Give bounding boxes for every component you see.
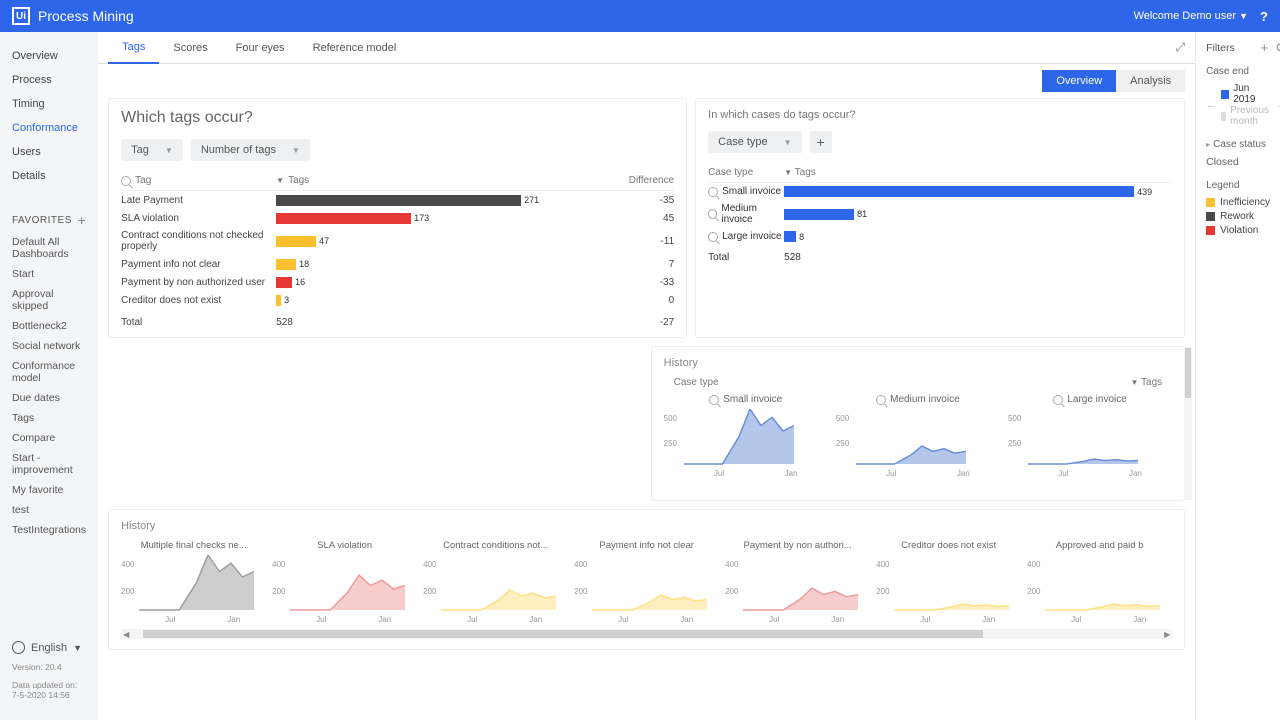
- app-title: Process Mining: [38, 8, 1134, 24]
- favorite-item[interactable]: Conformance model: [0, 356, 98, 388]
- nav-users[interactable]: Users: [0, 140, 98, 164]
- filter-icon[interactable]: ▼: [784, 168, 792, 177]
- favorite-item[interactable]: TestIntegrations: [0, 520, 98, 540]
- logo-icon: Ui: [12, 7, 30, 25]
- language-selector[interactable]: English ▼: [12, 641, 86, 654]
- tabs: TagsScoresFour eyesReference model ⤢: [98, 32, 1195, 64]
- history-chart: Approved and paid b 400 200 JulJan 2019: [1027, 540, 1172, 625]
- history-chart: Contract conditions not... 400 200 JulJa…: [423, 540, 568, 625]
- search-icon: [708, 232, 718, 242]
- add-favorite-icon[interactable]: +: [77, 212, 86, 228]
- history-chart: SLA violation 400 200 JulJan 2019: [272, 540, 417, 625]
- tags-occur-panel: Which tags occur? Tag▼ Number of tags▼ T…: [108, 98, 687, 338]
- casetype-dropdown[interactable]: Case type▼: [708, 131, 801, 153]
- version-text: Version: 20.4: [12, 662, 86, 672]
- favorites-header: FAVORITES +: [0, 204, 98, 232]
- table-row[interactable]: Large invoice 8: [708, 228, 1172, 245]
- history-chart: Medium invoice 500 250 JulJan: [836, 394, 1000, 474]
- refresh-icon[interactable]: ⟳: [1276, 40, 1280, 56]
- history-chart: Multiple final checks ne... 400 200 JulJ…: [121, 540, 266, 625]
- favorite-item[interactable]: Compare: [0, 428, 98, 448]
- favorite-item[interactable]: Default All Dashboards: [0, 232, 98, 264]
- chevron-down-icon: ▼: [1239, 11, 1248, 21]
- favorite-item[interactable]: Bottleneck2: [0, 316, 98, 336]
- add-filter-icon[interactable]: +: [1261, 40, 1269, 56]
- tab-reference-model[interactable]: Reference model: [299, 32, 411, 64]
- legend-item: Inefficiency: [1206, 197, 1280, 208]
- add-dimension-button[interactable]: +: [810, 131, 832, 153]
- panel-title: Which tags occur?: [121, 109, 674, 127]
- legend-item: Rework: [1206, 211, 1280, 222]
- history-chart: Small invoice 500 250 JulJan: [664, 394, 828, 474]
- prev-arrow-icon[interactable]: ←: [1206, 99, 1217, 111]
- nav-details[interactable]: Details: [0, 164, 98, 188]
- expand-icon[interactable]: ⤢: [1176, 40, 1186, 55]
- legend-item: Violation: [1206, 225, 1280, 236]
- help-icon[interactable]: ?: [1260, 9, 1268, 24]
- search-icon: [708, 209, 717, 219]
- favorite-item[interactable]: Approval skipped: [0, 284, 98, 316]
- tag-dropdown[interactable]: Tag▼: [121, 139, 183, 161]
- favorite-item[interactable]: Start: [0, 264, 98, 284]
- analysis-button[interactable]: Analysis: [1116, 70, 1185, 92]
- scrollbar-horizontal[interactable]: ◀ ▶: [121, 629, 1172, 639]
- favorite-item[interactable]: test: [0, 500, 98, 520]
- user-menu[interactable]: Welcome Demo user ▼: [1134, 10, 1248, 22]
- table-row[interactable]: Creditor does not exist 3 0: [121, 291, 674, 309]
- table-row[interactable]: Medium invoice 81: [708, 200, 1172, 228]
- scrollbar-vertical[interactable]: [1184, 347, 1192, 500]
- top-bar: Ui Process Mining Welcome Demo user ▼ ?: [0, 0, 1280, 32]
- case-status-filter[interactable]: ▸Case status: [1206, 139, 1280, 150]
- nav-conformance[interactable]: Conformance: [0, 116, 98, 140]
- tab-scores[interactable]: Scores: [159, 32, 221, 64]
- favorite-item[interactable]: My favorite: [0, 480, 98, 500]
- nav-timing[interactable]: Timing: [0, 92, 98, 116]
- table-row[interactable]: Small invoice 439: [708, 183, 1172, 200]
- history-chart: Creditor does not exist 400 200 JulJan 2…: [876, 540, 1021, 625]
- tab-tags[interactable]: Tags: [108, 32, 159, 64]
- updated-text: Data updated on: 7-5-2020 14:56: [12, 680, 86, 700]
- cases-panel: In which cases do tags occur? Case type▼…: [695, 98, 1185, 338]
- next-arrow-icon[interactable]: →: [1277, 99, 1280, 111]
- chevron-down-icon: ▼: [165, 146, 173, 155]
- table-row[interactable]: SLA violation 173 45: [121, 209, 674, 227]
- metric-dropdown[interactable]: Number of tags▼: [191, 139, 310, 161]
- favorite-item[interactable]: Social network: [0, 336, 98, 356]
- history-tags-panel: History Multiple final checks ne... 400 …: [108, 509, 1185, 650]
- table-row[interactable]: Late Payment 271 -35: [121, 191, 674, 209]
- favorite-item[interactable]: Tags: [0, 408, 98, 428]
- table-row[interactable]: Payment by non authorized user 16 -33: [121, 273, 674, 291]
- nav-overview[interactable]: Overview: [0, 44, 98, 68]
- table-row[interactable]: Contract conditions not checked properly…: [121, 227, 674, 255]
- tab-four-eyes[interactable]: Four eyes: [222, 32, 299, 64]
- favorite-item[interactable]: Due dates: [0, 388, 98, 408]
- sidebar: OverviewProcessTimingConformanceUsersDet…: [0, 32, 98, 720]
- nav-process[interactable]: Process: [0, 68, 98, 92]
- chevron-down-icon: ▼: [784, 138, 792, 147]
- chevron-down-icon: ▼: [292, 146, 300, 155]
- filter-icon[interactable]: ▼: [276, 176, 284, 185]
- history-cases-panel: History Case type ▼ Tags Small invoice 5…: [651, 346, 1186, 501]
- search-icon[interactable]: [121, 176, 131, 186]
- filters-panel: Filters + ⟳ Case end ← Jun 2019 Previous…: [1195, 32, 1280, 720]
- history-chart: Payment by non authori... 400 200 JulJan…: [725, 540, 870, 625]
- search-icon: [708, 187, 718, 197]
- chevron-down-icon: ▼: [73, 643, 82, 653]
- date-current-icon: [1221, 90, 1230, 99]
- globe-icon: [12, 641, 25, 654]
- overview-button[interactable]: Overview: [1042, 70, 1116, 92]
- history-chart: Large invoice 500 250 JulJan: [1008, 394, 1172, 474]
- favorite-item[interactable]: Start - improvement: [0, 448, 98, 480]
- history-chart: Payment info not clear 400 200 JulJan 20…: [574, 540, 719, 625]
- date-prev-icon: [1221, 112, 1227, 121]
- table-row[interactable]: Payment info not clear 18 7: [121, 255, 674, 273]
